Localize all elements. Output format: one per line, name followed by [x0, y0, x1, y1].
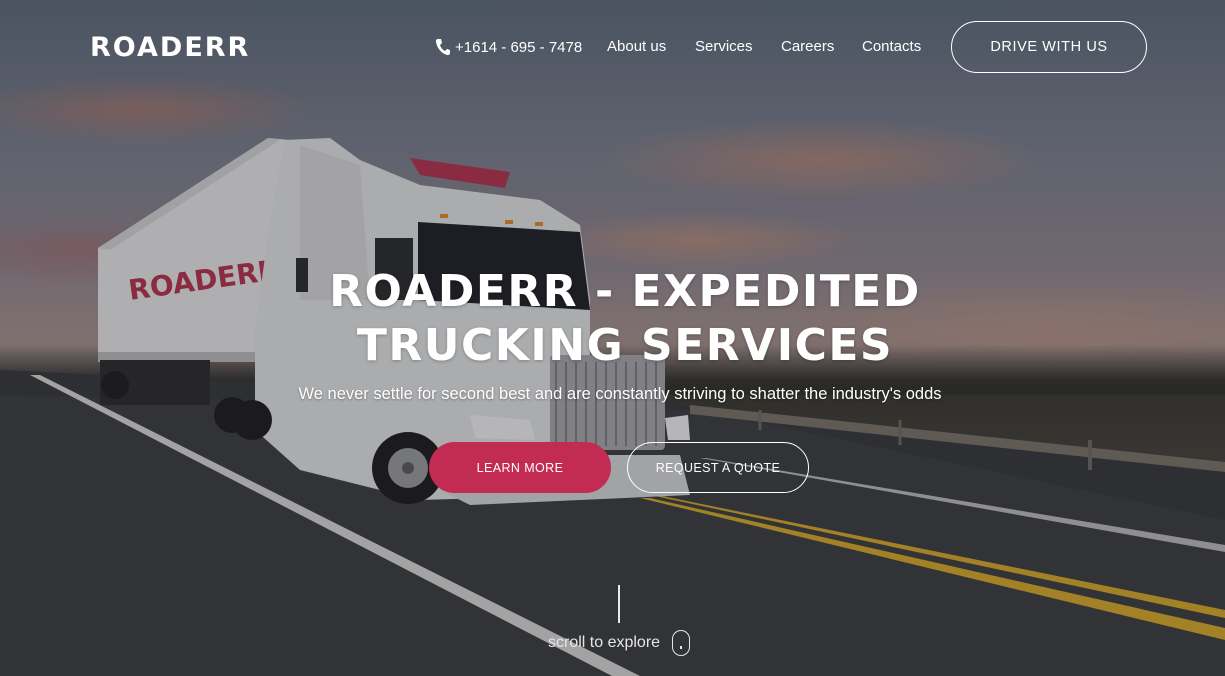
drive-with-us-button[interactable]: DRIVE WITH US [951, 21, 1147, 73]
hero-subtitle: We never settle for second best and are … [298, 385, 942, 403]
phone-icon [435, 39, 450, 56]
nav-contacts[interactable]: Contacts [862, 38, 921, 55]
phone-number: +1614 - 695 - 7478 [455, 38, 583, 56]
nav-services[interactable]: Services [695, 38, 753, 55]
mouse-icon[interactable] [672, 630, 690, 656]
nav-about-us[interactable]: About us [607, 38, 666, 55]
hero-title-line-2: TRUCKING SERVICES [356, 320, 894, 371]
request-quote-button[interactable]: REQUEST A QUOTE [627, 442, 809, 493]
hero-title-line-1: ROADERR - EXPEDITED [329, 266, 921, 317]
hero-title: ROADERR - EXPEDITED TRUCKING SERVICES [0, 265, 1225, 373]
scroll-to-explore[interactable]: scroll to explore [548, 634, 660, 652]
learn-more-button[interactable]: LEARN MORE [429, 442, 611, 493]
scroll-line [618, 585, 620, 623]
nav-careers[interactable]: Careers [781, 38, 834, 55]
phone-link[interactable]: +1614 - 695 - 7478 [435, 38, 582, 56]
